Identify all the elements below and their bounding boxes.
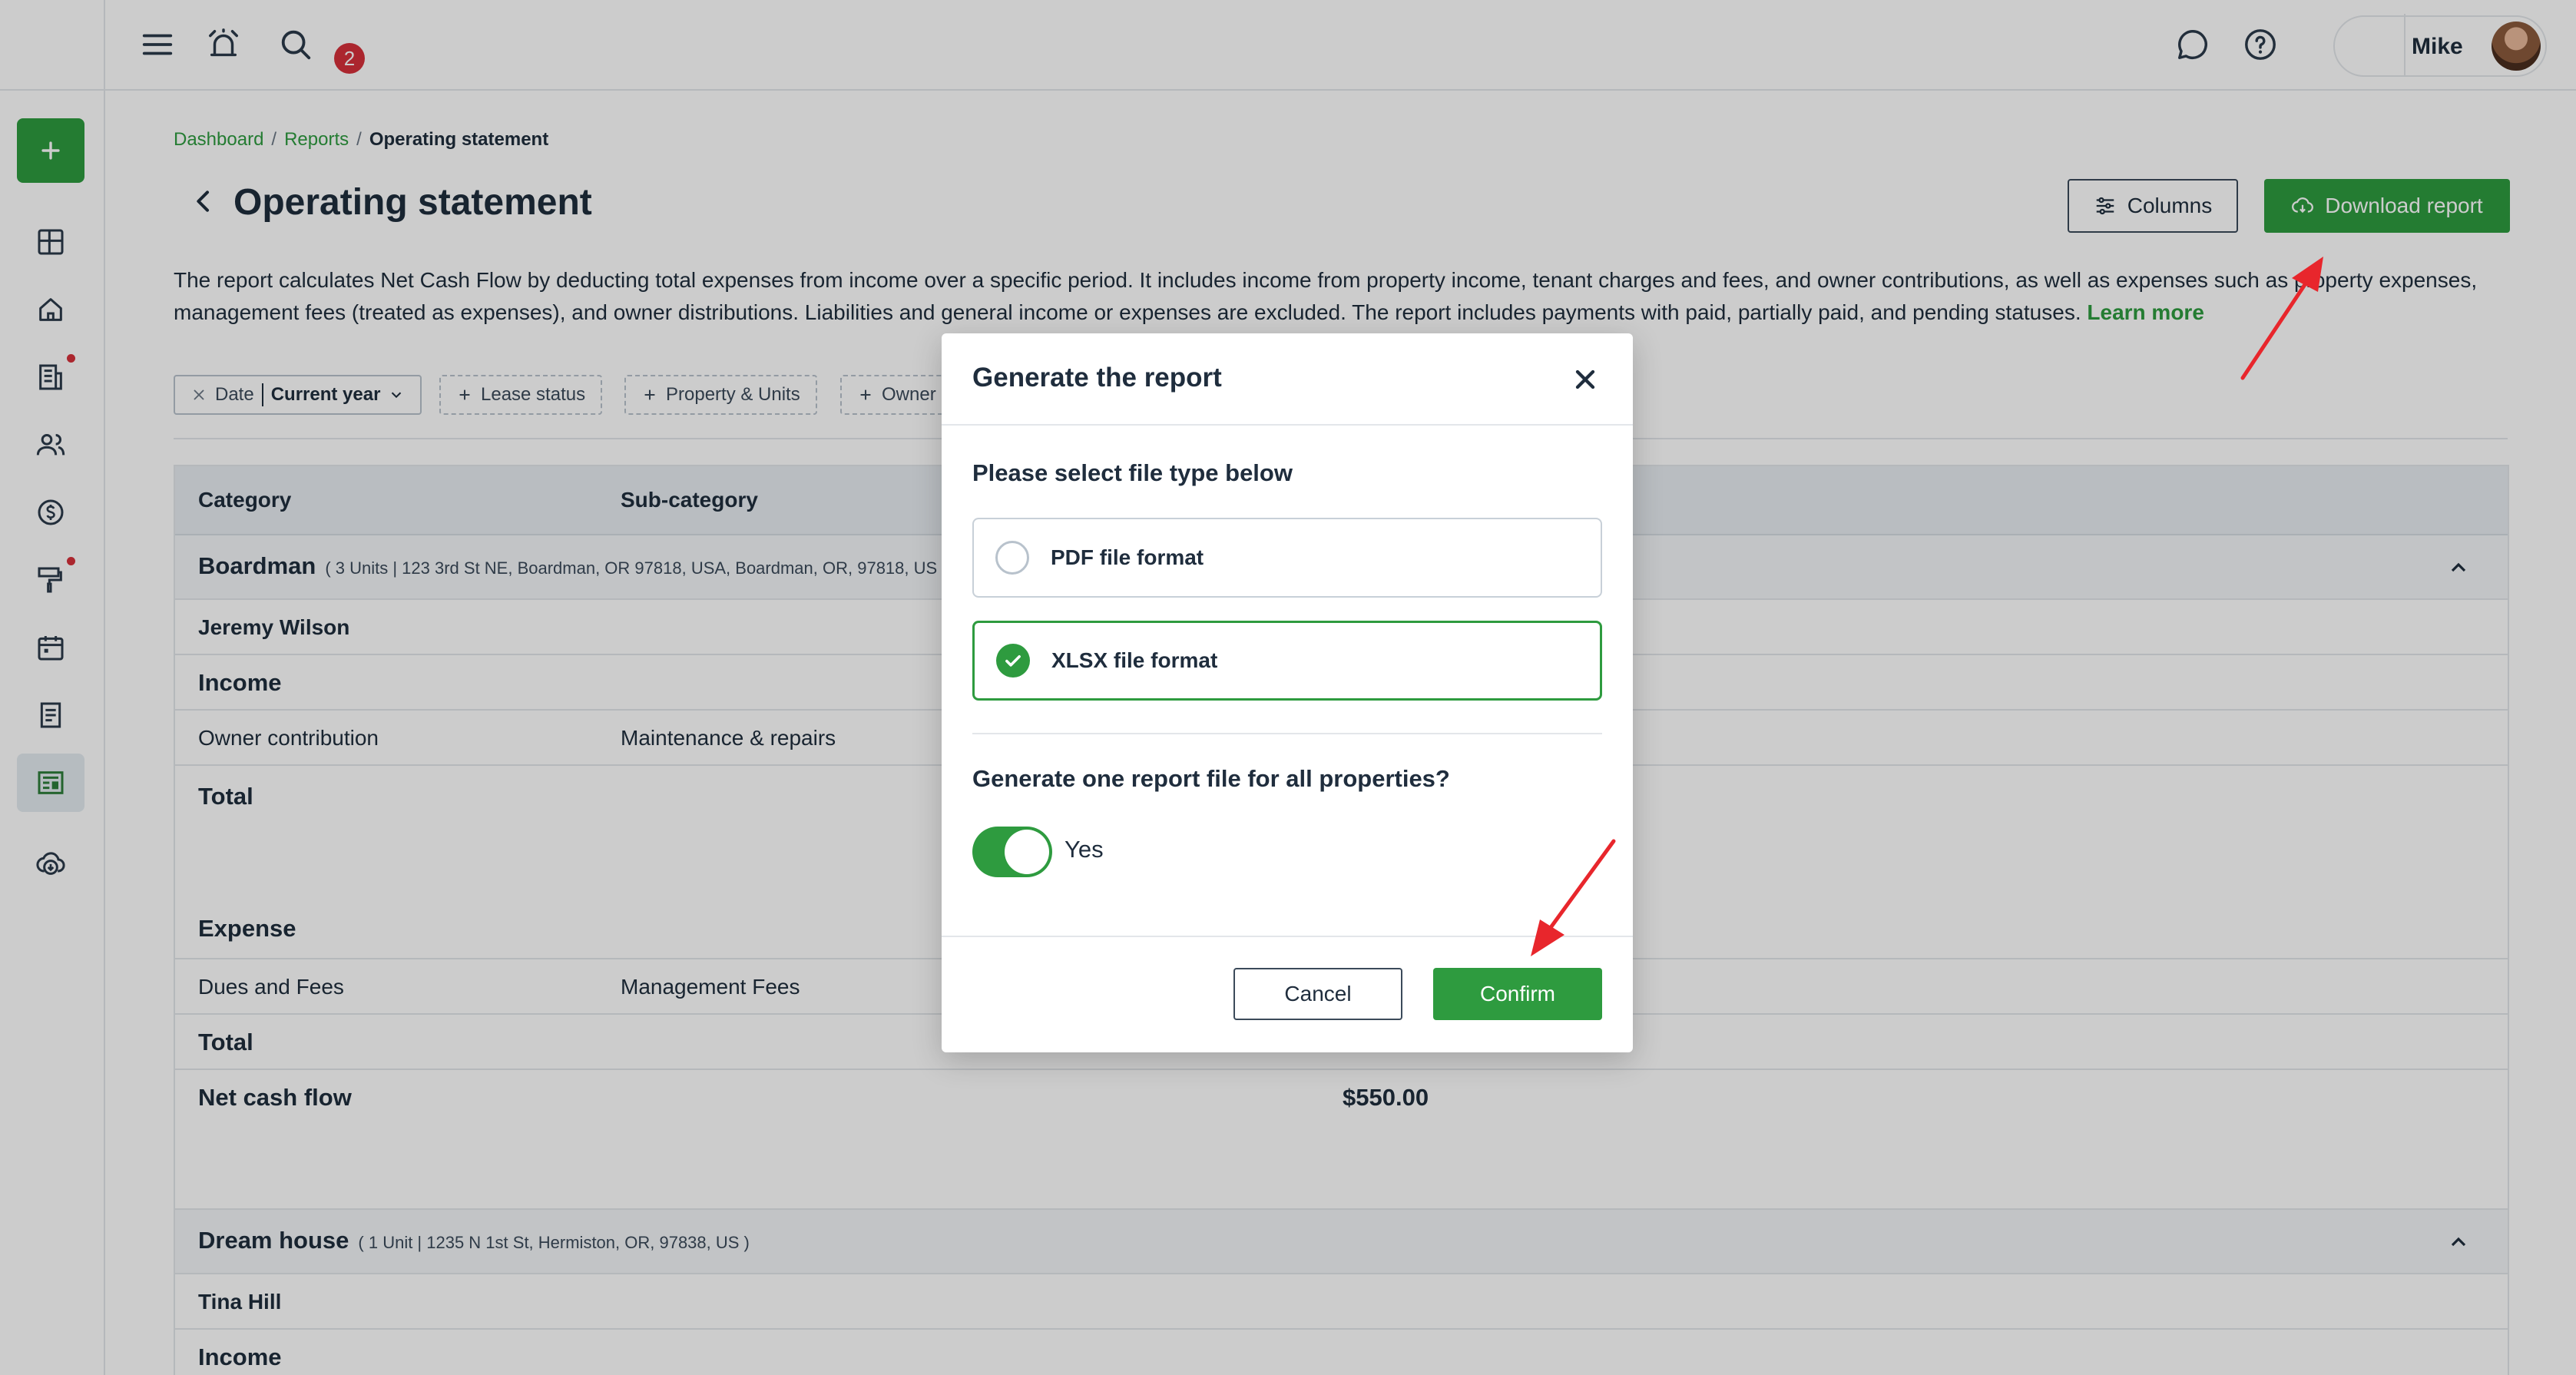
toggle-label: Yes bbox=[1065, 836, 1104, 863]
file-type-prompt: Please select file type below bbox=[972, 459, 1293, 486]
generate-report-modal: Generate the report Please select file t… bbox=[942, 333, 1633, 1052]
pdf-radio[interactable] bbox=[995, 541, 1029, 575]
checkmark-icon bbox=[1005, 655, 1021, 667]
toggle-knob bbox=[1005, 830, 1049, 874]
modal-header: Generate the report bbox=[942, 333, 1633, 426]
modal-divider bbox=[972, 733, 1602, 734]
pdf-option-label: PDF file format bbox=[1051, 545, 1204, 569]
confirm-button[interactable]: Confirm bbox=[1433, 968, 1602, 1020]
modal-title: Generate the report bbox=[972, 363, 1222, 393]
close-icon[interactable] bbox=[1570, 364, 1601, 395]
single-file-question: Generate one report file for all propert… bbox=[972, 765, 1450, 792]
xlsx-radio[interactable] bbox=[996, 644, 1030, 678]
pdf-option[interactable]: PDF file format bbox=[972, 518, 1602, 598]
xlsx-option[interactable]: XLSX file format bbox=[972, 621, 1602, 701]
single-file-toggle[interactable] bbox=[972, 827, 1052, 877]
cancel-button[interactable]: Cancel bbox=[1233, 968, 1402, 1020]
xlsx-option-label: XLSX file format bbox=[1051, 648, 1218, 672]
modal-footer-divider bbox=[942, 936, 1633, 937]
